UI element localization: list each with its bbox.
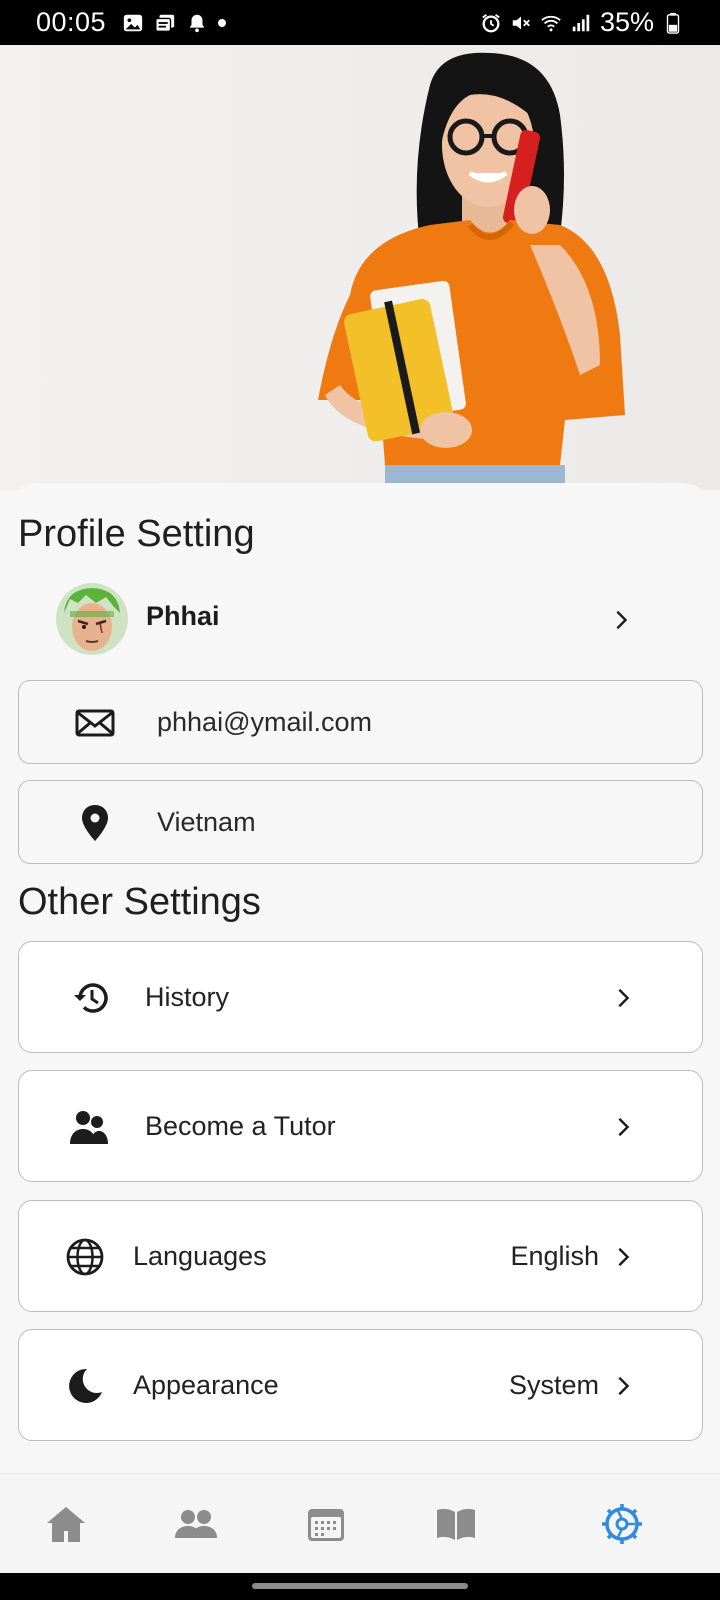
- moon-icon: [69, 1368, 102, 1403]
- mute-icon: [510, 12, 532, 34]
- student-photo-illustration: [318, 52, 625, 490]
- nav-schedule[interactable]: [302, 1500, 350, 1548]
- chevron-right-icon: [618, 1117, 630, 1137]
- bell-icon: [186, 12, 208, 34]
- signal-icon: [570, 12, 592, 34]
- email-value: phhai@ymail.com: [157, 707, 372, 737]
- nav-tutors[interactable]: [172, 1500, 220, 1548]
- status-bar: 00:05 35%: [0, 0, 720, 45]
- files-icon: [154, 12, 176, 34]
- languages-label: Languages: [133, 1241, 267, 1271]
- chevron-right-icon: [616, 610, 628, 630]
- country-value: Vietnam: [157, 807, 256, 837]
- home-icon: [47, 1507, 85, 1542]
- settings-sheet: Profile Setting Phhai phhai@ymail.com Vi…: [0, 483, 720, 1473]
- wifi-icon: [540, 12, 562, 34]
- chevron-right-icon: [618, 1376, 630, 1396]
- tutors-icon: [175, 1510, 217, 1538]
- profile-section-title: Profile Setting: [18, 513, 255, 555]
- become-tutor-item[interactable]: Become a Tutor: [18, 1070, 703, 1182]
- home-gesture-pill[interactable]: [252, 1583, 468, 1589]
- dot-icon: [218, 18, 227, 27]
- avatar: [56, 583, 128, 655]
- hero-photo: [0, 45, 720, 490]
- chevron-right-icon: [618, 1247, 630, 1267]
- battery-percent: 35%: [599, 7, 654, 37]
- nav-courses[interactable]: [432, 1500, 480, 1548]
- settings-icon: [602, 1504, 642, 1544]
- appearance-value: System: [508, 1370, 599, 1400]
- location-pin-icon: [82, 805, 108, 841]
- history-label: History: [145, 982, 230, 1012]
- other-section-title: Other Settings: [18, 881, 261, 923]
- battery-icon: [662, 12, 684, 34]
- mail-icon: [75, 709, 115, 737]
- alarm-icon: [480, 12, 502, 34]
- appearance-item[interactable]: Appearance System: [18, 1329, 703, 1441]
- status-time: 00:05: [36, 7, 107, 37]
- globe-icon: [66, 1238, 104, 1276]
- gesture-bar: [0, 1573, 720, 1600]
- profile-row[interactable]: Phhai: [18, 583, 702, 657]
- appearance-label: Appearance: [133, 1370, 279, 1400]
- nav-settings[interactable]: [598, 1500, 646, 1548]
- languages-value: English: [510, 1241, 599, 1271]
- image-icon: [122, 12, 144, 34]
- schedule-icon: [308, 1509, 344, 1541]
- history-item[interactable]: History: [18, 941, 703, 1053]
- email-field[interactable]: phhai@ymail.com: [18, 680, 703, 764]
- tutor-icon: [70, 1111, 108, 1144]
- courses-icon: [437, 1508, 475, 1540]
- bottom-navigation: [0, 1473, 720, 1573]
- nav-home[interactable]: [42, 1500, 90, 1548]
- history-icon: [74, 983, 108, 1013]
- chevron-right-icon: [618, 988, 630, 1008]
- become-tutor-label: Become a Tutor: [145, 1111, 336, 1141]
- languages-item[interactable]: Languages English: [18, 1200, 703, 1312]
- country-field[interactable]: Vietnam: [18, 780, 703, 864]
- profile-name: Phhai: [146, 601, 220, 631]
